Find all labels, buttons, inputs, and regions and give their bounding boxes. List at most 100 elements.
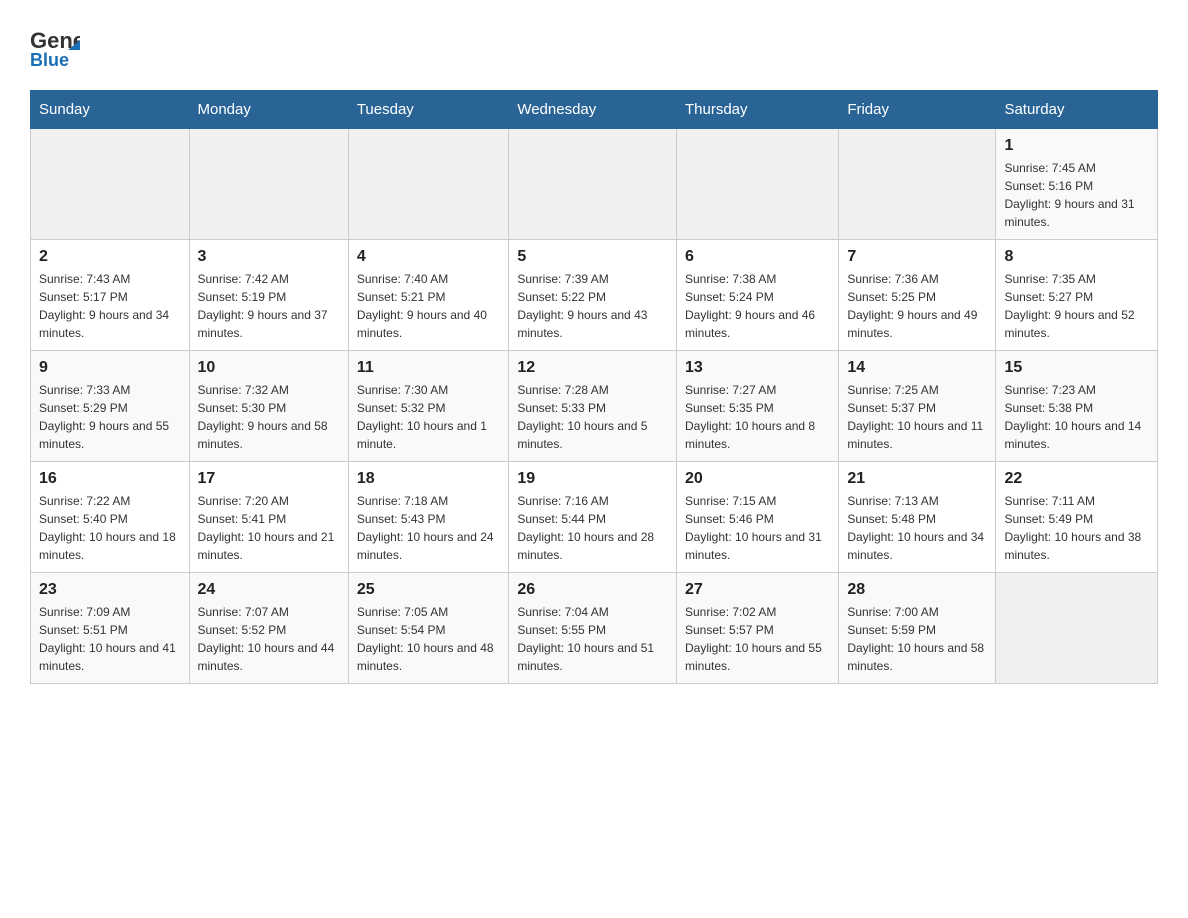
- day-number: 26: [517, 581, 668, 599]
- day-info: Sunrise: 7:35 AM Sunset: 5:27 PM Dayligh…: [1004, 270, 1149, 342]
- day-number: 7: [847, 248, 987, 266]
- calendar-cell: 2 Sunrise: 7:43 AM Sunset: 5:17 PM Daylig…: [31, 240, 190, 351]
- day-info: Sunrise: 7:18 AM Sunset: 5:43 PM Dayligh…: [357, 492, 501, 564]
- day-info: Sunrise: 7:15 AM Sunset: 5:46 PM Dayligh…: [685, 492, 830, 564]
- day-info: Sunrise: 7:16 AM Sunset: 5:44 PM Dayligh…: [517, 492, 668, 564]
- day-number: 5: [517, 248, 668, 266]
- calendar-cell: [839, 129, 996, 240]
- day-info: Sunrise: 7:39 AM Sunset: 5:22 PM Dayligh…: [517, 270, 668, 342]
- calendar-cell: 13 Sunrise: 7:27 AM Sunset: 5:35 PM Dayli…: [677, 351, 839, 462]
- calendar-cell: 5 Sunrise: 7:39 AM Sunset: 5:22 PM Daylig…: [509, 240, 677, 351]
- day-info: Sunrise: 7:38 AM Sunset: 5:24 PM Dayligh…: [685, 270, 830, 342]
- svg-text:Blue: Blue: [30, 50, 69, 70]
- day-number: 19: [517, 470, 668, 488]
- calendar-cell: [509, 129, 677, 240]
- calendar-cell: 26 Sunrise: 7:04 AM Sunset: 5:55 PM Dayli…: [509, 573, 677, 684]
- calendar-cell: 1 Sunrise: 7:45 AM Sunset: 5:16 PM Daylig…: [996, 129, 1158, 240]
- day-info: Sunrise: 7:13 AM Sunset: 5:48 PM Dayligh…: [847, 492, 987, 564]
- day-number: 10: [198, 359, 340, 377]
- calendar-cell: 9Sunrise: 7:33 AM Sunset: 5:29 PM Daylig…: [31, 351, 190, 462]
- calendar-cell: 6 Sunrise: 7:38 AM Sunset: 5:24 PM Daylig…: [677, 240, 839, 351]
- calendar-cell: 14 Sunrise: 7:25 AM Sunset: 5:37 PM Dayli…: [839, 351, 996, 462]
- day-info: Sunrise: 7:05 AM Sunset: 5:54 PM Dayligh…: [357, 603, 501, 675]
- calendar-cell: 23 Sunrise: 7:09 AM Sunset: 5:51 PM Dayli…: [31, 573, 190, 684]
- day-number: 13: [685, 359, 830, 377]
- calendar-cell: 20 Sunrise: 7:15 AM Sunset: 5:46 PM Dayli…: [677, 462, 839, 573]
- day-info: Sunrise: 7:02 AM Sunset: 5:57 PM Dayligh…: [685, 603, 830, 675]
- day-info: Sunrise: 7:04 AM Sunset: 5:55 PM Dayligh…: [517, 603, 668, 675]
- calendar-cell: 25 Sunrise: 7:05 AM Sunset: 5:54 PM Dayli…: [348, 573, 509, 684]
- day-info: Sunrise: 7:27 AM Sunset: 5:35 PM Dayligh…: [685, 381, 830, 453]
- day-number: 18: [357, 470, 501, 488]
- day-info: Sunrise: 7:30 AM Sunset: 5:32 PM Dayligh…: [357, 381, 501, 453]
- day-info: Sunrise: 7:45 AM Sunset: 5:16 PM Dayligh…: [1004, 159, 1149, 231]
- day-info: Sunrise: 7:43 AM Sunset: 5:17 PM Dayligh…: [39, 270, 181, 342]
- calendar-cell: 24Sunrise: 7:07 AM Sunset: 5:52 PM Dayli…: [189, 573, 348, 684]
- day-info: Sunrise: 7:11 AM Sunset: 5:49 PM Dayligh…: [1004, 492, 1149, 564]
- day-number: 4: [357, 248, 501, 266]
- day-number: 27: [685, 581, 830, 599]
- day-info: Sunrise: 7:23 AM Sunset: 5:38 PM Dayligh…: [1004, 381, 1149, 453]
- logo: General Blue: [30, 20, 80, 70]
- day-number: 6: [685, 248, 830, 266]
- calendar-cell: [189, 129, 348, 240]
- day-info: Sunrise: 7:32 AM Sunset: 5:30 PM Dayligh…: [198, 381, 340, 453]
- day-number: 1: [1004, 137, 1149, 155]
- calendar-cell: 12 Sunrise: 7:28 AM Sunset: 5:33 PM Dayli…: [509, 351, 677, 462]
- calendar-cell: [31, 129, 190, 240]
- page-header: General Blue: [30, 20, 1158, 70]
- day-header-friday: Friday: [839, 91, 996, 129]
- calendar-cell: 3 Sunrise: 7:42 AM Sunset: 5:19 PM Daylig…: [189, 240, 348, 351]
- day-info: Sunrise: 7:09 AM Sunset: 5:51 PM Dayligh…: [39, 603, 181, 675]
- day-number: 22: [1004, 470, 1149, 488]
- day-header-thursday: Thursday: [677, 91, 839, 129]
- calendar-cell: [996, 573, 1158, 684]
- calendar-cell: [348, 129, 509, 240]
- day-headers-row: SundayMondayTuesdayWednesdayThursdayFrid…: [31, 91, 1158, 129]
- day-info: Sunrise: 7:28 AM Sunset: 5:33 PM Dayligh…: [517, 381, 668, 453]
- day-number: 17: [198, 470, 340, 488]
- week-row-3: 9Sunrise: 7:33 AM Sunset: 5:29 PM Daylig…: [31, 351, 1158, 462]
- calendar-cell: 19 Sunrise: 7:16 AM Sunset: 5:44 PM Dayli…: [509, 462, 677, 573]
- calendar-cell: 27 Sunrise: 7:02 AM Sunset: 5:57 PM Dayli…: [677, 573, 839, 684]
- logo-icon: General Blue: [30, 20, 80, 70]
- day-header-wednesday: Wednesday: [509, 91, 677, 129]
- day-info: Sunrise: 7:36 AM Sunset: 5:25 PM Dayligh…: [847, 270, 987, 342]
- day-info: Sunrise: 7:33 AM Sunset: 5:29 PM Dayligh…: [39, 381, 181, 453]
- day-number: 28: [847, 581, 987, 599]
- day-number: 20: [685, 470, 830, 488]
- day-header-saturday: Saturday: [996, 91, 1158, 129]
- calendar-cell: 17Sunrise: 7:20 AM Sunset: 5:41 PM Dayli…: [189, 462, 348, 573]
- day-header-tuesday: Tuesday: [348, 91, 509, 129]
- calendar-cell: 7 Sunrise: 7:36 AM Sunset: 5:25 PM Daylig…: [839, 240, 996, 351]
- day-number: 3: [198, 248, 340, 266]
- day-header-monday: Monday: [189, 91, 348, 129]
- calendar-cell: 16 Sunrise: 7:22 AM Sunset: 5:40 PM Dayli…: [31, 462, 190, 573]
- week-row-5: 23 Sunrise: 7:09 AM Sunset: 5:51 PM Dayli…: [31, 573, 1158, 684]
- calendar-cell: 4Sunrise: 7:40 AM Sunset: 5:21 PM Daylig…: [348, 240, 509, 351]
- calendar-cell: 8 Sunrise: 7:35 AM Sunset: 5:27 PM Daylig…: [996, 240, 1158, 351]
- calendar-cell: 28 Sunrise: 7:00 AM Sunset: 5:59 PM Dayli…: [839, 573, 996, 684]
- day-number: 14: [847, 359, 987, 377]
- day-number: 2: [39, 248, 181, 266]
- calendar-cell: 15 Sunrise: 7:23 AM Sunset: 5:38 PM Dayli…: [996, 351, 1158, 462]
- day-number: 25: [357, 581, 501, 599]
- calendar-table: SundayMondayTuesdayWednesdayThursdayFrid…: [30, 90, 1158, 684]
- day-number: 15: [1004, 359, 1149, 377]
- calendar-cell: [677, 129, 839, 240]
- day-number: 11: [357, 359, 501, 377]
- calendar-cell: 11 Sunrise: 7:30 AM Sunset: 5:32 PM Dayli…: [348, 351, 509, 462]
- day-info: Sunrise: 7:22 AM Sunset: 5:40 PM Dayligh…: [39, 492, 181, 564]
- day-number: 23: [39, 581, 181, 599]
- calendar-cell: 10 Sunrise: 7:32 AM Sunset: 5:30 PM Dayli…: [189, 351, 348, 462]
- day-info: Sunrise: 7:00 AM Sunset: 5:59 PM Dayligh…: [847, 603, 987, 675]
- day-info: Sunrise: 7:42 AM Sunset: 5:19 PM Dayligh…: [198, 270, 340, 342]
- day-info: Sunrise: 7:25 AM Sunset: 5:37 PM Dayligh…: [847, 381, 987, 453]
- calendar-cell: 18 Sunrise: 7:18 AM Sunset: 5:43 PM Dayli…: [348, 462, 509, 573]
- week-row-4: 16 Sunrise: 7:22 AM Sunset: 5:40 PM Dayli…: [31, 462, 1158, 573]
- week-row-1: 1 Sunrise: 7:45 AM Sunset: 5:16 PM Daylig…: [31, 129, 1158, 240]
- day-number: 8: [1004, 248, 1149, 266]
- day-info: Sunrise: 7:07 AM Sunset: 5:52 PM Dayligh…: [198, 603, 340, 675]
- day-number: 12: [517, 359, 668, 377]
- day-number: 16: [39, 470, 181, 488]
